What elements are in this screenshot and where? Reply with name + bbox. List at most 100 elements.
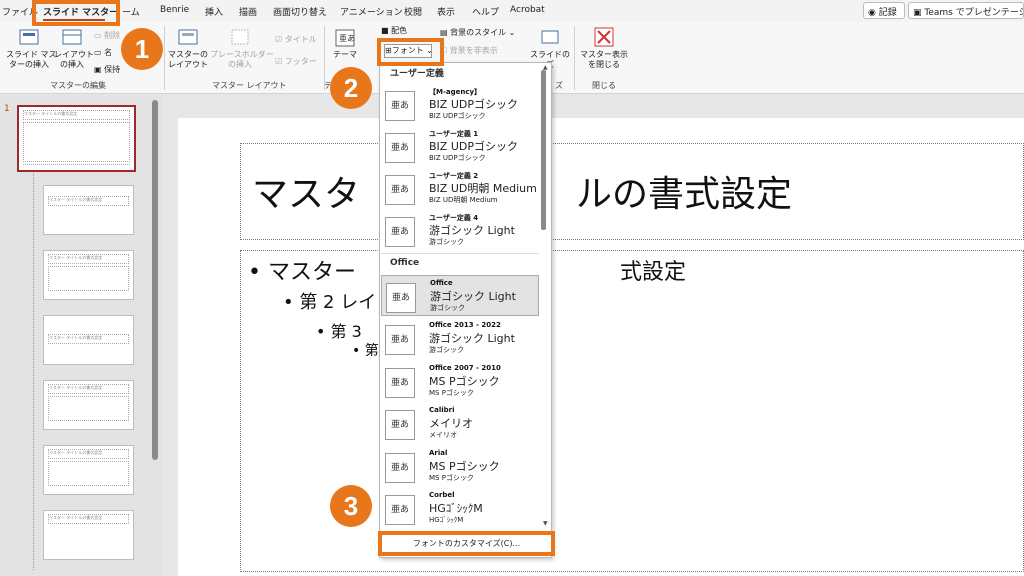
master-layout-icon: [178, 29, 198, 45]
title-checkbox[interactable]: ☑ タイトル: [275, 34, 317, 45]
group-label-close: 閉じる: [592, 81, 616, 90]
section-user-defined: ユーザー定義: [390, 69, 444, 79]
master-thumbnail[interactable]: マスター タイトルの書式設定: [17, 105, 136, 172]
thumb-body: [48, 396, 129, 421]
thumb-body: [48, 266, 129, 291]
thumb-title: マスター タイトルの書式設定: [48, 334, 129, 344]
delete-option[interactable]: ▭ 削除: [94, 30, 120, 41]
layout-thumbnail[interactable]: マスター タイトルの書式設定: [43, 510, 134, 560]
heading-font: メイリオ: [429, 417, 473, 430]
font-theme-item[interactable]: 亜あ ユーザー定義 4 游ゴシック Light 游ゴシック: [381, 210, 539, 251]
font-theme-name: Office 2013 - 2022: [429, 321, 501, 329]
close-master-label: マスター表示 を閉じる: [580, 50, 628, 69]
theme-label: テーマ: [333, 50, 357, 59]
layout-thumbnail[interactable]: マスター タイトルの書式設定: [43, 380, 134, 430]
svg-text:亜あ: 亜あ: [339, 34, 355, 43]
body-font: 游ゴシック: [429, 238, 464, 246]
background-styles-button[interactable]: ▤ 背景のスタイル ⌄: [440, 28, 515, 38]
heading-font: BIZ UD明朝 Medium: [429, 182, 537, 195]
font-preview-icon: 亜あ: [385, 175, 415, 205]
tab-help[interactable]: ヘルプ: [472, 5, 499, 18]
footer-checkbox-label: フッター: [284, 57, 317, 66]
body-level-2: • 第 2 レイ: [283, 292, 377, 313]
dropdown-scrollbar[interactable]: [541, 70, 546, 230]
heading-font: BIZ UDPゴシック: [429, 98, 518, 111]
insert-layout-button[interactable]: レイアウト の挿入: [54, 28, 94, 70]
scroll-up-icon[interactable]: ▲: [543, 64, 548, 71]
thumb-title: マスター タイトルの書式設定: [23, 110, 130, 120]
group-label-master-layout: マスター レイアウト: [212, 81, 287, 90]
slide-size-icon: [541, 30, 559, 44]
tab-acrobat[interactable]: Acrobat: [510, 5, 545, 15]
tab-transitions[interactable]: 画面切り替え: [273, 5, 327, 18]
record-button[interactable]: ◉ 記録: [863, 2, 905, 19]
heading-font: BIZ UDPゴシック: [429, 140, 518, 153]
ribbon-separator: [164, 26, 165, 90]
customize-fonts-button[interactable]: フォントのカスタマイズ(C)...: [378, 531, 555, 556]
layout-thumbnail[interactable]: マスター タイトルの書式設定: [43, 315, 134, 365]
scroll-down-icon[interactable]: ▼: [543, 520, 548, 527]
tab-insert[interactable]: 挿入: [205, 5, 223, 18]
body-font: MS Pゴシック: [429, 474, 474, 482]
body-font: 游ゴシック: [430, 304, 465, 312]
font-theme-item[interactable]: 亜あ Calibri メイリオ メイリオ: [381, 403, 539, 444]
rename-option[interactable]: ▭ 名: [94, 47, 112, 58]
colors-label: 配色: [391, 26, 408, 35]
master-layout-button[interactable]: マスターの レイアウト: [168, 28, 208, 70]
tab-animations[interactable]: アニメーション: [340, 5, 403, 18]
ribbon-separator: [574, 26, 575, 90]
font-theme-item-selected[interactable]: 亜あ Office 游ゴシック Light 游ゴシック: [381, 275, 539, 316]
thumb-body: [48, 461, 129, 486]
body-font: 游ゴシック: [429, 346, 464, 354]
thumb-footer: [23, 164, 130, 168]
rename-label: 名: [104, 48, 113, 57]
font-theme-item[interactable]: 亜あ Arial MS Pゴシック MS Pゴシック: [381, 446, 539, 487]
body-font: HGｺﾞｼｯｸM: [429, 516, 464, 524]
heading-font: HGｺﾞｼｯｸM: [429, 502, 483, 515]
insert-slide-master-button[interactable]: スライド マス ターの挿入: [6, 28, 57, 70]
teams-present-button[interactable]: ▣ Teams でプレゼンテーシ: [908, 2, 1024, 19]
body-font: BIZ UD明朝 Medium: [429, 196, 498, 204]
hide-background-label: 背景を非表示: [449, 46, 498, 55]
insert-slide-master-label: スライド マス ターの挿入: [6, 50, 57, 69]
tab-review[interactable]: 校閲: [404, 5, 422, 18]
body-level-3: • 第 3: [316, 322, 362, 341]
preserve-option[interactable]: ▣ 保持: [94, 64, 120, 75]
placeholder-icon: [231, 29, 249, 45]
close-master-view-button[interactable]: マスター表示 を閉じる: [578, 26, 630, 70]
theme-button[interactable]: 亜あ テーマ: [330, 28, 360, 60]
font-theme-item[interactable]: 亜あ ユーザー定義 2 BIZ UD明朝 Medium BIZ UD明朝 Med…: [381, 168, 539, 209]
layout-thumbnail[interactable]: マスター タイトルの書式設定: [43, 185, 134, 235]
slide-number: 1: [4, 104, 10, 114]
teams-label: Teams でプレゼンテーシ: [924, 8, 1024, 18]
font-theme-item[interactable]: 亜あ Office 2013 - 2022 游ゴシック Light 游ゴシック: [381, 318, 539, 359]
tab-home[interactable]: ーム: [122, 5, 140, 18]
record-label: 記録: [878, 8, 897, 18]
highlight-fonts-button: [377, 38, 444, 66]
layout-thumbnail[interactable]: マスター タイトルの書式設定: [43, 250, 134, 300]
insert-placeholder-button[interactable]: プレースホルダー の挿入: [210, 28, 274, 70]
font-theme-name: Office 2007 - 2010: [429, 364, 501, 372]
insert-layout-label: レイアウト の挿入: [54, 50, 94, 69]
font-theme-item[interactable]: 亜あ 【M-agency】 BIZ UDPゴシック BIZ UDPゴシック: [381, 84, 539, 125]
hide-background-checkbox[interactable]: ☐ 背景を非表示: [440, 46, 498, 56]
colors-button[interactable]: ■ 配色: [381, 26, 407, 36]
background-styles-icon: ▤: [440, 28, 451, 37]
font-theme-item[interactable]: 亜あ Corbel HGｺﾞｼｯｸM HGｺﾞｼｯｸM: [381, 488, 539, 529]
thumb-title: マスター タイトルの書式設定: [48, 449, 129, 459]
font-preview-icon: 亜あ: [385, 368, 415, 398]
tab-benrie[interactable]: Benrie: [160, 5, 189, 15]
font-theme-name: Corbel: [429, 491, 455, 499]
footer-checkbox[interactable]: ☑ フッター: [275, 56, 317, 67]
preserve-label: 保持: [104, 65, 121, 74]
font-theme-name: Arial: [429, 449, 448, 457]
font-theme-item[interactable]: 亜あ ユーザー定義 1 BIZ UDPゴシック BIZ UDPゴシック: [381, 126, 539, 167]
font-theme-item[interactable]: 亜あ Office 2007 - 2010 MS Pゴシック MS Pゴシック: [381, 361, 539, 402]
tab-view[interactable]: 表示: [437, 5, 455, 18]
thumbnail-tree-line: [33, 170, 34, 570]
thumb-body: [23, 122, 130, 162]
thumbnail-scrollbar[interactable]: [152, 100, 158, 460]
layout-thumbnail[interactable]: マスター タイトルの書式設定: [43, 445, 134, 495]
tab-draw[interactable]: 描画: [239, 5, 257, 18]
title-checkbox-label: タイトル: [284, 35, 317, 44]
